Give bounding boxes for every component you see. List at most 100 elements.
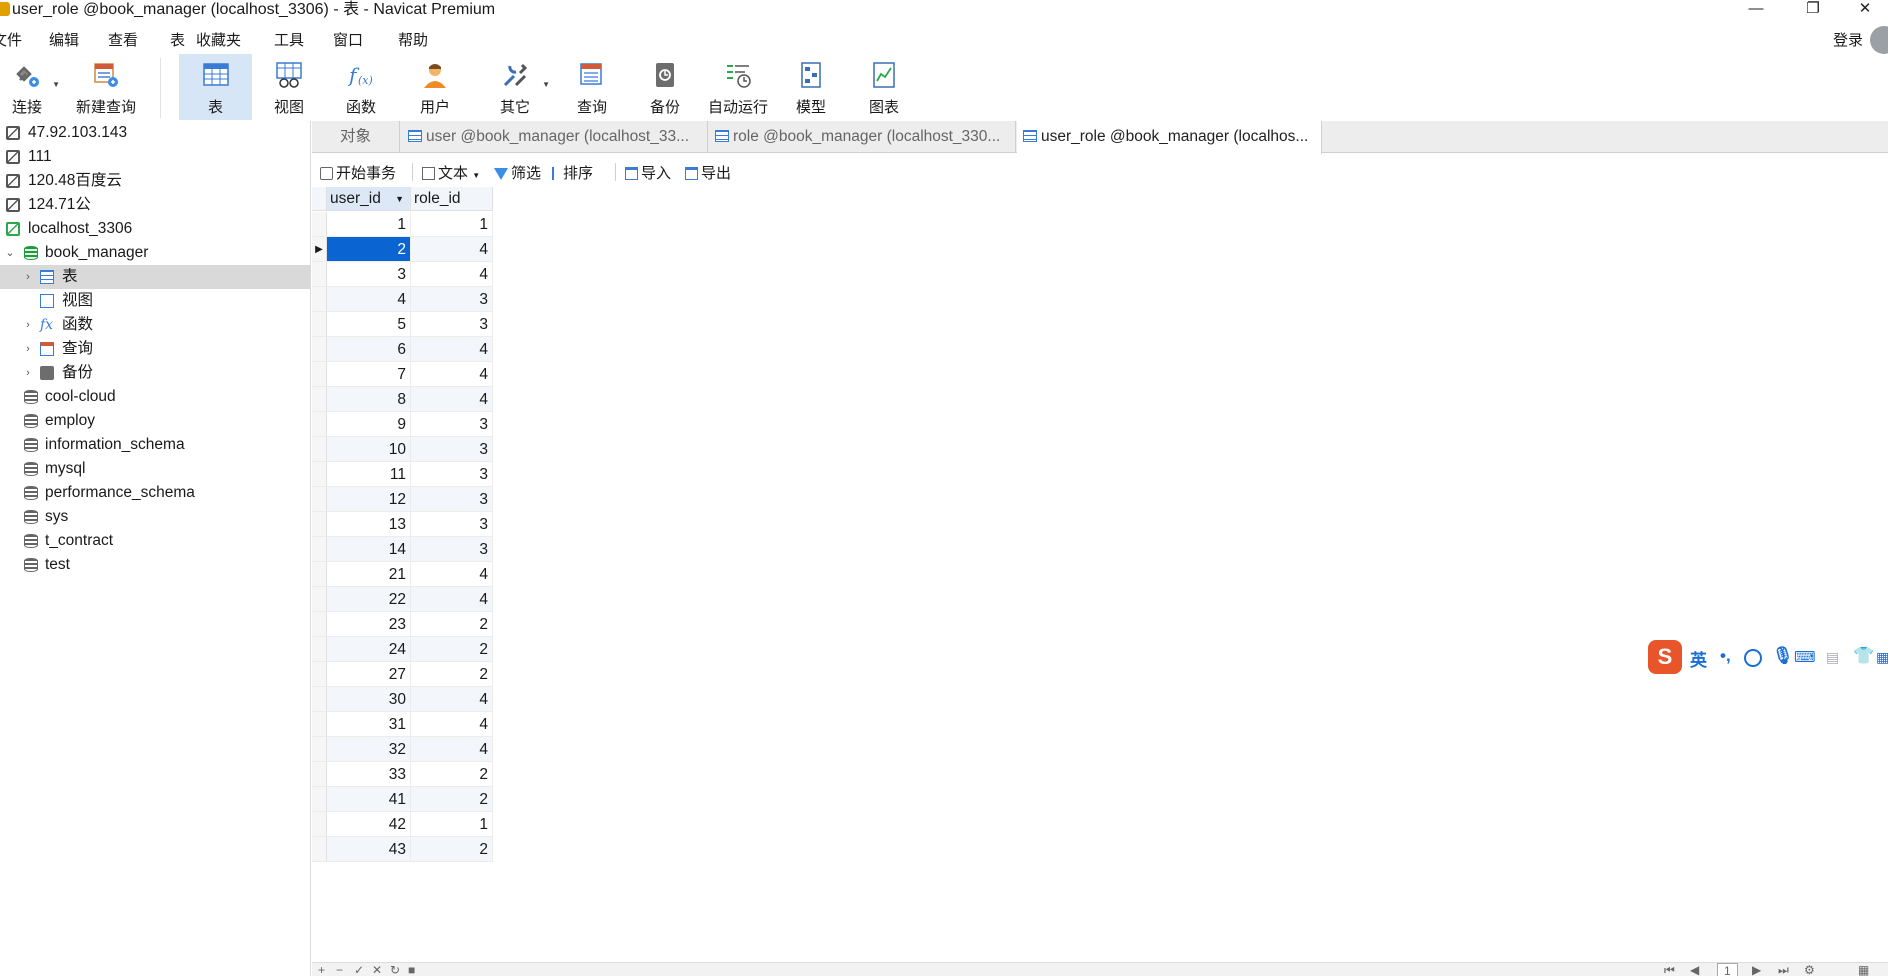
tab-objects[interactable]: 对象: [312, 121, 400, 153]
menu-favorites[interactable]: 收藏夹: [196, 29, 241, 50]
sort-button[interactable]: 排序: [552, 162, 593, 183]
cell-role-id[interactable]: 4: [411, 712, 493, 737]
cell-user-id[interactable]: 33: [327, 762, 411, 787]
tree-db-book-manager[interactable]: ⌄ book_manager: [0, 241, 311, 265]
cell-role-id[interactable]: 4: [411, 562, 493, 587]
cell-user-id[interactable]: 12: [327, 487, 411, 512]
delete-record-button[interactable]: −: [336, 963, 343, 976]
row-indicator[interactable]: [312, 487, 327, 512]
menu-icon[interactable]: ▦: [1876, 649, 1888, 666]
cell-role-id[interactable]: 2: [411, 612, 493, 637]
cell-user-id[interactable]: 2: [327, 237, 411, 262]
chevron-right-icon[interactable]: ›: [22, 313, 34, 337]
menu-edit[interactable]: 编辑: [49, 29, 79, 50]
tree-connection-120[interactable]: 120.48百度云: [0, 169, 311, 193]
row-indicator[interactable]: [312, 512, 327, 537]
row-indicator[interactable]: [312, 687, 327, 712]
tree-item-backups[interactable]: › 备份: [0, 361, 311, 385]
cell-user-id[interactable]: 8: [327, 387, 411, 412]
tab-role[interactable]: role @book_manager (localhost_330...: [709, 121, 1016, 153]
maximize-button[interactable]: ❐: [1790, 0, 1836, 20]
cell-user-id[interactable]: 23: [327, 612, 411, 637]
cell-user-id[interactable]: 4: [327, 287, 411, 312]
view-button[interactable]: 视图: [264, 54, 314, 120]
row-indicator[interactable]: [312, 587, 327, 612]
cell-user-id[interactable]: 42: [327, 812, 411, 837]
cell-role-id[interactable]: 4: [411, 737, 493, 762]
keyboard-icon[interactable]: ⌨: [1794, 648, 1816, 666]
import-button[interactable]: 导入: [625, 162, 671, 183]
row-indicator[interactable]: [312, 662, 327, 687]
sort-arrow-icon[interactable]: ▼: [395, 187, 404, 211]
tree-item-functions[interactable]: › fx 函数: [0, 313, 311, 337]
last-page-button[interactable]: ⏭: [1778, 963, 1789, 976]
cell-role-id[interactable]: 1: [411, 212, 493, 237]
next-page-button[interactable]: ▶: [1752, 963, 1761, 976]
tree-db-sys[interactable]: sys: [0, 505, 311, 529]
tree-db-information-schema[interactable]: information_schema: [0, 433, 311, 457]
cell-role-id[interactable]: 1: [411, 812, 493, 837]
tree-connection-47[interactable]: 47.92.103.143: [0, 121, 311, 145]
row-indicator[interactable]: [312, 837, 327, 862]
tree-connection-124[interactable]: 124.71公: [0, 193, 311, 217]
chart-button[interactable]: 图表: [859, 54, 909, 120]
row-indicator[interactable]: [312, 312, 327, 337]
cell-role-id[interactable]: 3: [411, 412, 493, 437]
row-indicator[interactable]: [312, 787, 327, 812]
cell-role-id[interactable]: 2: [411, 787, 493, 812]
row-indicator[interactable]: [312, 537, 327, 562]
cell-role-id[interactable]: 4: [411, 262, 493, 287]
cell-role-id[interactable]: 2: [411, 662, 493, 687]
export-button[interactable]: 导出: [685, 162, 731, 183]
row-indicator[interactable]: [312, 362, 327, 387]
tools-icon[interactable]: ▤: [1826, 649, 1839, 666]
apply-button[interactable]: ✓: [354, 963, 364, 976]
tab-user[interactable]: user @book_manager (localhost_33...: [402, 121, 708, 153]
cell-role-id[interactable]: 2: [411, 837, 493, 862]
minimize-button[interactable]: —: [1733, 0, 1779, 20]
cell-user-id[interactable]: 43: [327, 837, 411, 862]
backup-button[interactable]: 备份: [640, 54, 690, 120]
row-indicator[interactable]: [312, 712, 327, 737]
ime-punctuation-toggle[interactable]: •,: [1720, 646, 1731, 666]
filter-button[interactable]: 筛选: [494, 162, 541, 183]
page-number-input[interactable]: 1: [1717, 963, 1738, 976]
cell-user-id[interactable]: 41: [327, 787, 411, 812]
cell-user-id[interactable]: 27: [327, 662, 411, 687]
emoji-icon[interactable]: [1744, 649, 1762, 667]
tree-item-views[interactable]: 视图: [0, 289, 311, 313]
menu-file[interactable]: 文件: [0, 29, 22, 50]
column-header-user-id[interactable]: user_id ▼: [327, 187, 411, 211]
row-indicator[interactable]: [312, 387, 327, 412]
row-indicator[interactable]: [312, 437, 327, 462]
cell-role-id[interactable]: 3: [411, 437, 493, 462]
menu-tools[interactable]: 工具: [274, 29, 304, 50]
model-button[interactable]: 模型: [786, 54, 836, 120]
tab-user-role[interactable]: user_role @book_manager (localhos...: [1017, 121, 1322, 154]
row-indicator[interactable]: ▶: [312, 237, 327, 262]
chevron-right-icon[interactable]: ›: [22, 265, 34, 289]
prev-page-button[interactable]: ◀: [1690, 963, 1699, 976]
tree-db-test[interactable]: test: [0, 553, 311, 577]
chevron-right-icon[interactable]: ›: [22, 361, 34, 385]
connect-button[interactable]: 连接 ▼: [4, 54, 60, 120]
column-header-role-id[interactable]: role_id: [411, 187, 493, 211]
row-indicator[interactable]: [312, 812, 327, 837]
stop-button[interactable]: ■: [408, 963, 415, 976]
table-button[interactable]: 表: [179, 54, 252, 120]
add-record-button[interactable]: +: [318, 963, 325, 976]
cell-role-id[interactable]: 3: [411, 287, 493, 312]
row-indicator[interactable]: [312, 212, 327, 237]
cell-role-id[interactable]: 3: [411, 462, 493, 487]
row-indicator[interactable]: [312, 412, 327, 437]
cell-user-id[interactable]: 11: [327, 462, 411, 487]
cell-user-id[interactable]: 21: [327, 562, 411, 587]
cell-role-id[interactable]: 4: [411, 237, 493, 262]
row-indicator[interactable]: [312, 262, 327, 287]
menu-view[interactable]: 查看: [108, 29, 138, 50]
text-view-button[interactable]: 文本 ▼: [422, 162, 480, 183]
tree-db-mysql[interactable]: mysql: [0, 457, 311, 481]
user-button[interactable]: 用户: [410, 54, 460, 120]
chevron-right-icon[interactable]: ›: [22, 337, 34, 361]
cell-user-id[interactable]: 10: [327, 437, 411, 462]
